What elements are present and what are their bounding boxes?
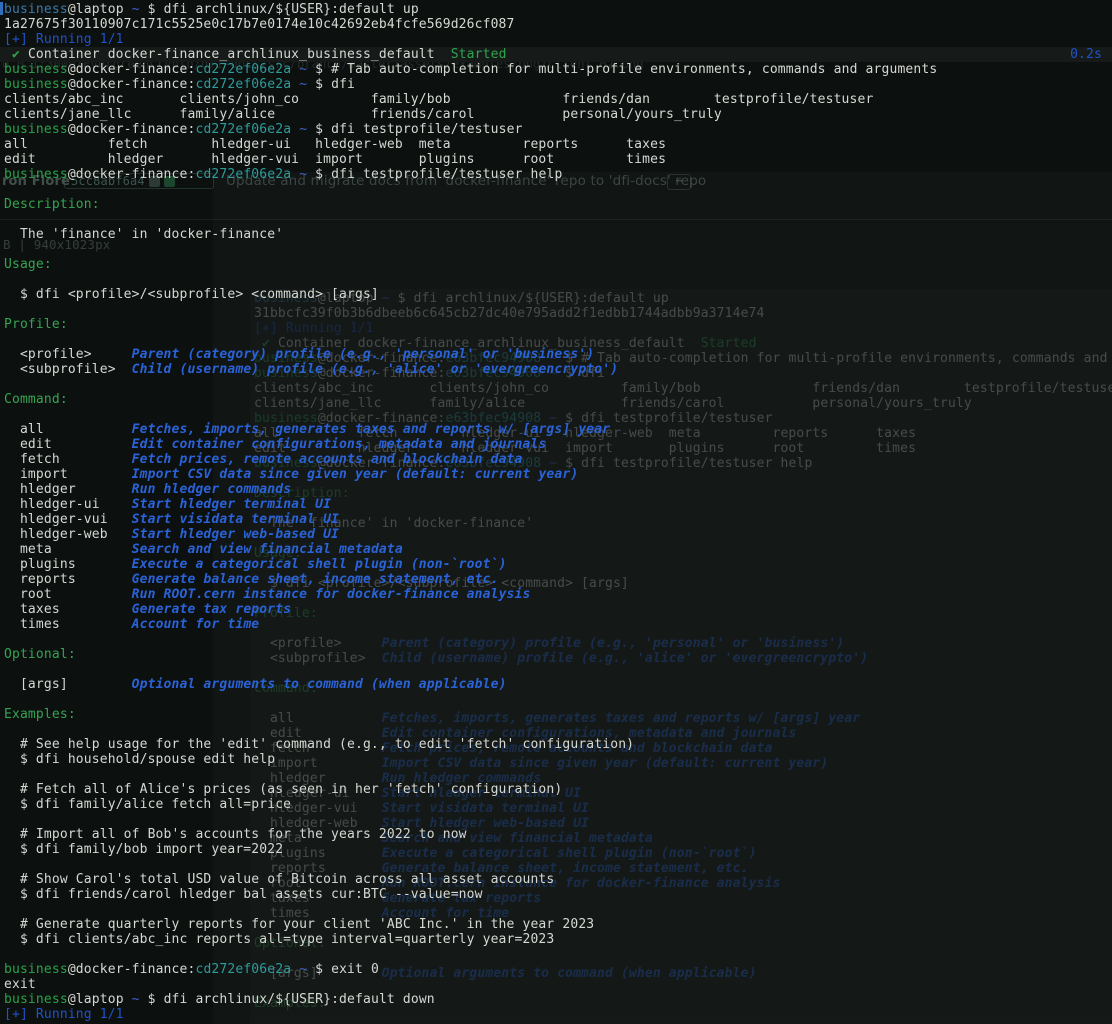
terminal-line: $ dfi household/spouse edit help [4, 752, 1112, 767]
terminal-line: reports Generate balance sheet, income s… [4, 572, 1112, 587]
terminal-line: fetch Fetch prices, remote accounts and … [4, 452, 1112, 467]
terminal-line: Profile: [4, 317, 1112, 332]
terminal-line: # Import all of Bob's accounts for the y… [4, 827, 1112, 842]
terminal-line: clients/jane_llc family/alice friends/ca… [4, 107, 1112, 122]
terminal-line: [+] Running 1/1 [4, 32, 1112, 47]
terminal-line: hledger-web Start hledger web-based UI [4, 527, 1112, 542]
elapsed-time: 0.2s [1070, 47, 1102, 62]
terminal-line: clients/abc_inc clients/john_co family/b… [4, 92, 1112, 107]
terminal-line: # Fetch all of Alice's prices (as seen i… [4, 782, 1112, 797]
terminal-line [4, 722, 1112, 737]
terminal-line: Optional: [4, 647, 1112, 662]
terminal-line: business@laptop ~ $ dfi archlinux/${USER… [4, 2, 1112, 17]
terminal-line: <profile> Parent (category) profile (e.g… [4, 347, 1112, 362]
terminal-output: business@laptop ~ $ dfi archlinux/${USER… [0, 0, 1112, 1022]
terminal-line: hledger-vui Start visidata terminal UI [4, 512, 1112, 527]
terminal-line: <subprofile> Child (username) profile (e… [4, 362, 1112, 377]
terminal-line: exit [4, 977, 1112, 992]
terminal-line: business@docker-finance:cd272ef06e2a ~ $… [4, 962, 1112, 977]
terminal-line [4, 767, 1112, 782]
terminal-line [4, 377, 1112, 392]
terminal-line: $ dfi clients/abc_inc reports all=type i… [4, 932, 1112, 947]
terminal-line: business@docker-finance:cd272ef06e2a ~ $… [4, 122, 1112, 137]
terminal-line: edit Edit container configurations, meta… [4, 437, 1112, 452]
terminal-line: business@docker-finance:cd272ef06e2a ~ $… [4, 77, 1112, 92]
terminal-line [4, 662, 1112, 677]
terminal-line: plugins Execute a categorical shell plug… [4, 557, 1112, 572]
terminal-line [4, 812, 1112, 827]
terminal-line: hledger Run hledger commands [4, 482, 1112, 497]
terminal-line: Command: [4, 392, 1112, 407]
terminal-line: times Account for time [4, 617, 1112, 632]
terminal-line: Usage: [4, 257, 1112, 272]
terminal-line [4, 332, 1112, 347]
terminal-screen: 0.0.1:3000/EvergreenCrypto/dfi-docs/src/… [0, 0, 1112, 1024]
terminal-line: import Import CSV data since given year … [4, 467, 1112, 482]
terminal-line: $ dfi <profile>/<subprofile> <command> [… [4, 287, 1112, 302]
terminal-line: $ dfi family/bob import year=2022 [4, 842, 1112, 857]
terminal-line: [args] Optional arguments to command (wh… [4, 677, 1112, 692]
terminal-line: all Fetches, imports, generates taxes an… [4, 422, 1112, 437]
terminal-line [4, 182, 1112, 197]
terminal-line: 1a27675f30110907c171c5525e0c17b7e0174e10… [4, 17, 1112, 32]
terminal-line: Examples: [4, 707, 1112, 722]
terminal-line [4, 272, 1112, 287]
terminal-line [4, 692, 1112, 707]
terminal-line [4, 902, 1112, 917]
terminal-line: meta Search and view financial metadata [4, 542, 1112, 557]
terminal-line: # Generate quarterly reports for your cl… [4, 917, 1112, 932]
check-icon: ✔ [4, 47, 28, 62]
terminal-line: edit hledger hledger-vui import plugins … [4, 152, 1112, 167]
terminal-line: business@laptop ~ $ dfi archlinux/${USER… [4, 992, 1112, 1007]
terminal-line: $ dfi family/alice fetch all=price [4, 797, 1112, 812]
terminal-line [4, 407, 1112, 422]
terminal-line [4, 302, 1112, 317]
cursor-bar [0, 2, 3, 15]
terminal-line [4, 857, 1112, 872]
terminal-line [4, 242, 1112, 257]
terminal-line: # Show Carol's total USD value of Bitcoi… [4, 872, 1112, 887]
terminal-line [4, 947, 1112, 962]
terminal-line: business@docker-finance:cd272ef06e2a ~ $… [4, 167, 1112, 182]
terminal-line: root Run ROOT.cern instance for docker-f… [4, 587, 1112, 602]
terminal-line: The 'finance' in 'docker-finance' [4, 227, 1112, 242]
terminal-line: Description: [4, 197, 1112, 212]
terminal-line: taxes Generate tax reports [4, 602, 1112, 617]
terminal-line: all fetch hledger-ui hledger-web meta re… [4, 137, 1112, 152]
terminal-line [4, 212, 1112, 227]
terminal-line: [+] Running 1/1 [4, 1007, 1112, 1022]
terminal-line: # See help usage for the 'edit' command … [4, 737, 1112, 752]
terminal-line: $ dfi friends/carol hledger bal assets c… [4, 887, 1112, 902]
terminal-line: hledger-ui Start hledger terminal UI [4, 497, 1112, 512]
terminal-line [4, 632, 1112, 647]
container-status-row: ✔ Container docker-finance_archlinux_bus… [0, 47, 1112, 62]
terminal-line: business@docker-finance:cd272ef06e2a ~ $… [4, 62, 1112, 77]
